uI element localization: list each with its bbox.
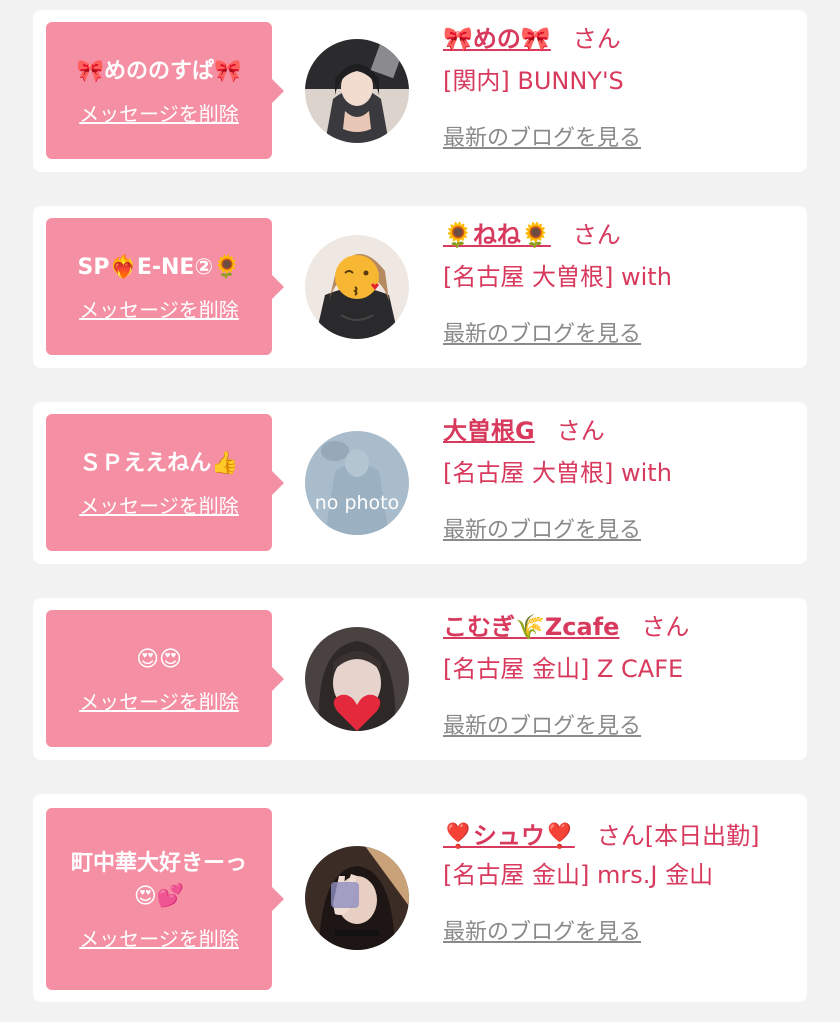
sender-name-link[interactable]: 大曽根G	[443, 417, 535, 445]
name-line: 🌻ねね🌻 さん	[443, 220, 787, 250]
name-line: 🎀めの🎀 さん	[443, 24, 787, 54]
shop-label: [名古屋 金山] Z CAFE	[443, 655, 684, 683]
sender-info: 🌻ねね🌻 さん [名古屋 大曽根] with 最新のブログを見る	[443, 220, 787, 348]
sender-name-link[interactable]: ❣️シュウ❣️	[443, 822, 575, 850]
message-list: 🎀めののすぱ🎀 メッセージを削除 🎀めの🎀 さん [関内] BUNNY'S 最新の…	[0, 0, 840, 1022]
latest-blog-link[interactable]: 最新のブログを見る	[443, 316, 641, 348]
no-photo-avatar[interactable]: no photo	[305, 431, 409, 535]
sender-name-link[interactable]: こむぎ🌾Zcafe	[443, 613, 619, 641]
sender-info: 🎀めの🎀 さん [関内] BUNNY'S 最新のブログを見る	[443, 24, 787, 152]
message-bubble: ＳＰええねん👍 メッセージを削除	[46, 414, 284, 551]
message-bubble: 🎀めののすぱ🎀 メッセージを削除	[46, 22, 284, 159]
message-text: ＳＰええねん👍	[79, 450, 239, 476]
message-bubble: 町中華大好きーっ😍💕 メッセージを削除	[46, 808, 284, 990]
heart-photo-avatar[interactable]	[305, 627, 409, 731]
message-text: 町中華大好きーっ😍💕	[70, 850, 247, 909]
girl-photo-avatar[interactable]	[305, 39, 409, 143]
honorific-label: さん	[572, 221, 621, 249]
shop-label: [関内] BUNNY'S	[443, 67, 624, 95]
delete-message-button[interactable]: メッセージを削除	[79, 294, 239, 323]
delete-message-button[interactable]: メッセージを削除	[79, 490, 239, 519]
no-photo-text: no photo	[315, 492, 400, 514]
honorific-label: さん	[556, 417, 605, 445]
kiss-emoji-avatar[interactable]	[305, 235, 409, 339]
message-bubble: SP❤️‍🔥E-NE②🌻 メッセージを削除	[46, 218, 284, 355]
name-line: ❣️シュウ❣️ さん[本日出勤]	[443, 814, 787, 858]
delete-message-button[interactable]: メッセージを削除	[79, 98, 239, 127]
honorific-label: さん	[641, 613, 690, 641]
shop-label: [名古屋 金山] mrs.J 金山	[443, 861, 714, 889]
shop-label: [名古屋 大曽根] with	[443, 263, 672, 291]
delete-message-button[interactable]: メッセージを削除	[79, 923, 239, 952]
name-line: こむぎ🌾Zcafe さん	[443, 612, 787, 642]
delete-message-button[interactable]: メッセージを削除	[79, 686, 239, 715]
message-text: 😍😍	[136, 646, 182, 672]
message-card: SP❤️‍🔥E-NE②🌻 メッセージを削除 🌻ねね🌻 さん [名古屋 大曽根] w…	[33, 206, 807, 368]
message-text: SP❤️‍🔥E-NE②🌻	[77, 254, 241, 280]
peace-sign-photo-avatar[interactable]	[305, 846, 409, 950]
latest-blog-link[interactable]: 最新のブログを見る	[443, 914, 641, 946]
latest-blog-link[interactable]: 最新のブログを見る	[443, 512, 641, 544]
sender-name-link[interactable]: 🎀めの🎀	[443, 25, 551, 53]
latest-blog-link[interactable]: 最新のブログを見る	[443, 120, 641, 152]
sender-info: 大曽根G さん [名古屋 大曽根] with 最新のブログを見る	[443, 416, 787, 544]
sender-info: ❣️シュウ❣️ さん[本日出勤] [名古屋 金山] mrs.J 金山 最新のブログ…	[443, 814, 787, 946]
message-bubble: 😍😍 メッセージを削除	[46, 610, 284, 747]
message-card: ＳＰええねん👍 メッセージを削除 no photo 大曽根G さん [名古屋 大曽…	[33, 402, 807, 564]
sender-name-link[interactable]: 🌻ねね🌻	[443, 221, 551, 249]
name-line: 大曽根G さん	[443, 416, 787, 446]
shop-label: [名古屋 大曽根] with	[443, 459, 672, 487]
latest-blog-link[interactable]: 最新のブログを見る	[443, 708, 641, 740]
message-text: 🎀めののすぱ🎀	[76, 58, 242, 84]
message-card: 😍😍 メッセージを削除 こむぎ🌾Zcafe さん [名古屋 金山] Z CAFE …	[33, 598, 807, 760]
honorific-label: さん	[572, 25, 621, 53]
message-card: 町中華大好きーっ😍💕 メッセージを削除 ❣️シュウ❣️ さん[本日出勤] [名古屋…	[33, 794, 807, 1002]
sender-info: こむぎ🌾Zcafe さん [名古屋 金山] Z CAFE 最新のブログを見る	[443, 612, 787, 740]
honorific-label: さん[本日出勤]	[596, 822, 760, 850]
message-card: 🎀めののすぱ🎀 メッセージを削除 🎀めの🎀 さん [関内] BUNNY'S 最新の…	[33, 10, 807, 172]
